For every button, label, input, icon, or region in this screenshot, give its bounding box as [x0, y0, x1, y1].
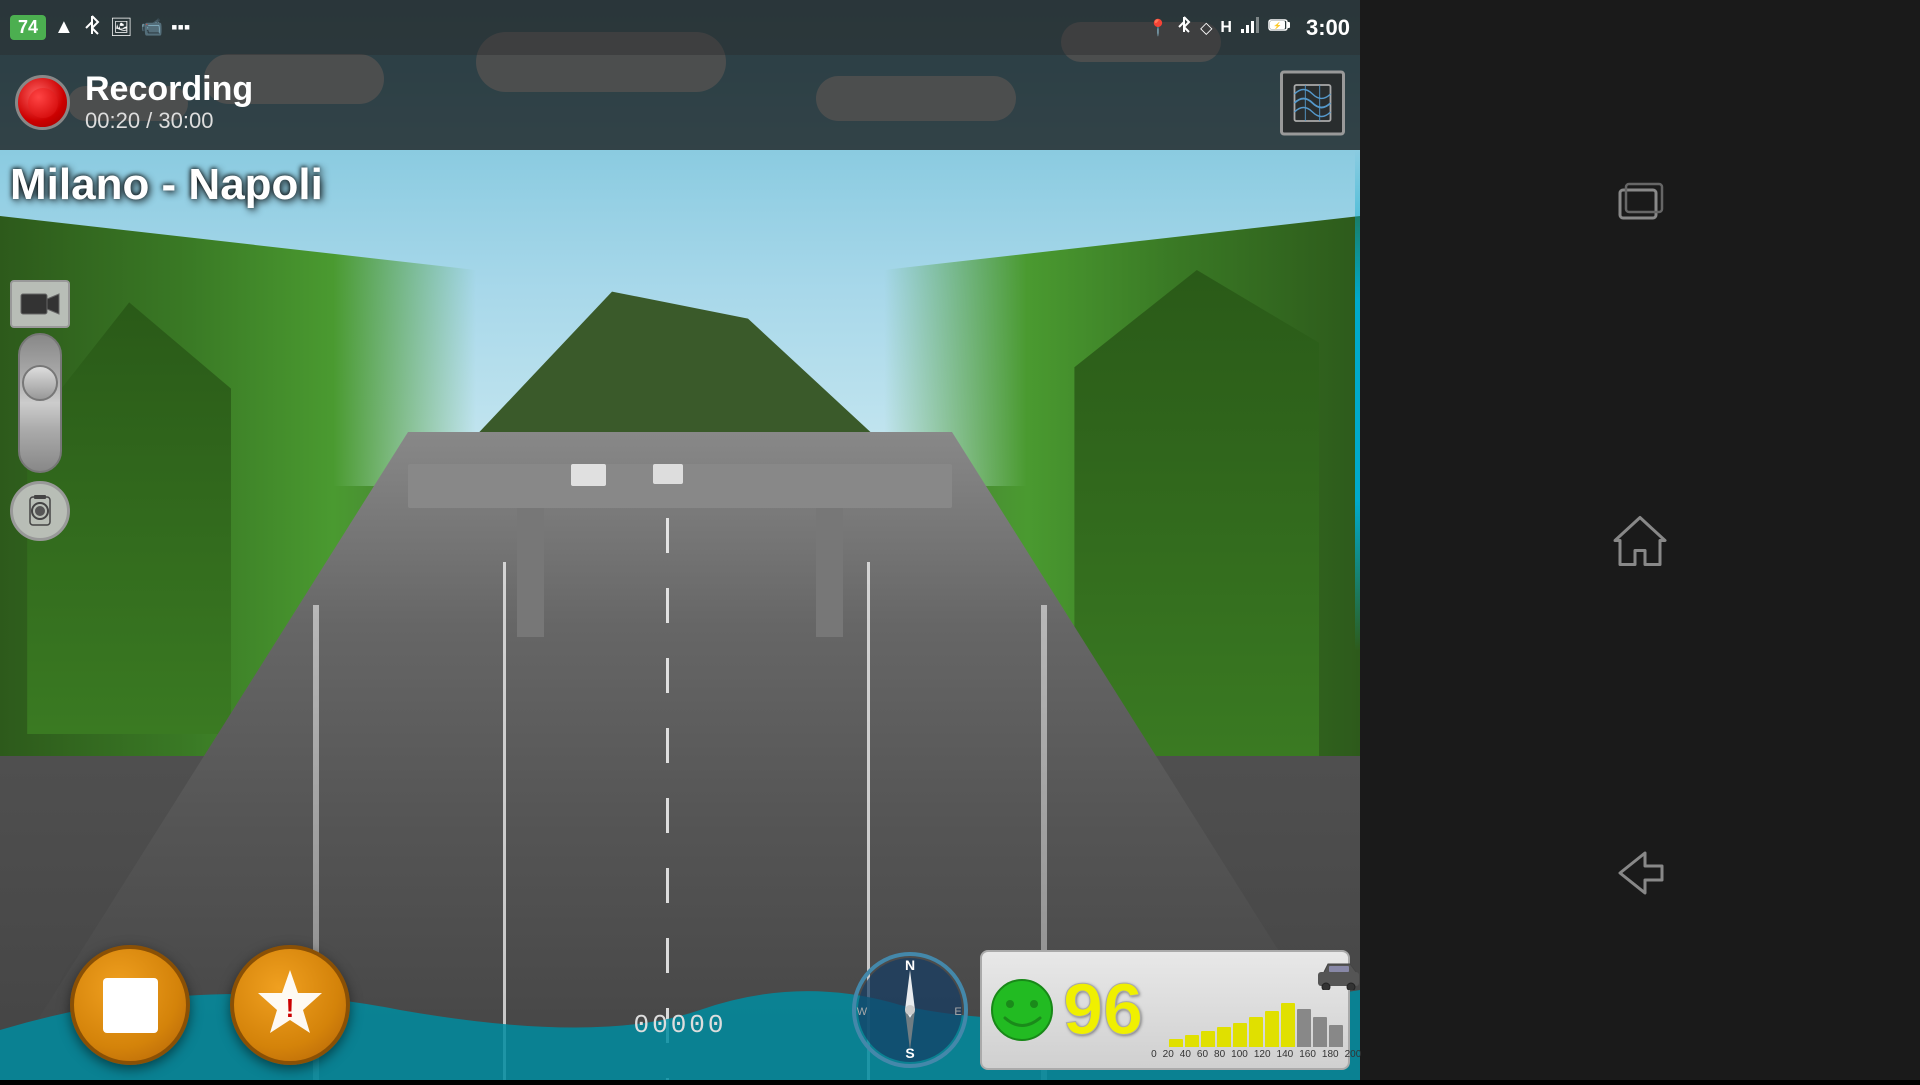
speed-value: 96: [1063, 974, 1143, 1046]
recording-info: Recording 00:20 / 30:00: [85, 71, 253, 134]
time-display: 3:00: [1306, 15, 1350, 41]
vertical-indicator-line: [1355, 150, 1360, 650]
zoom-thumb: [22, 365, 58, 401]
back-icon: [1610, 843, 1670, 903]
bridge-pillar: [517, 508, 544, 638]
status-bar: 74 ▲ 🖼 📹 ▪▪▪ 📍 ◇ H: [0, 0, 1360, 55]
emergency-button[interactable]: !: [230, 945, 350, 1065]
speed-bar-5: [1249, 1017, 1263, 1047]
speed-label-0: 0: [1151, 1049, 1157, 1060]
photo-button[interactable]: [10, 481, 70, 541]
camera-icon: [22, 493, 58, 529]
speed-bar-3: [1217, 1027, 1231, 1047]
battery-icon: ⚡: [1268, 18, 1292, 37]
left-controls: [10, 280, 70, 541]
speed-label-80: 80: [1214, 1049, 1225, 1060]
speed-bar-4: [1233, 1023, 1247, 1047]
home-icon: [1610, 510, 1670, 570]
signal-bars-icon: [1240, 17, 1260, 38]
zoom-slider[interactable]: [18, 333, 62, 473]
speed-bar-9: [1313, 1017, 1327, 1047]
stop-icon: [103, 978, 158, 1033]
svg-text:!: !: [286, 993, 295, 1023]
diamond-icon: ◇: [1200, 18, 1212, 38]
recents-button[interactable]: [1600, 167, 1680, 247]
speed-bar-10: [1329, 1025, 1343, 1047]
location-icon: 📍: [1148, 18, 1168, 38]
car-icon: [1316, 960, 1361, 990]
grid-icon: ▪▪▪: [171, 17, 190, 38]
speed-chart: 0 20 40 60 80 100 120 140 160 180 200: [1151, 997, 1361, 1060]
status-bar-left: 74 ▲ 🖼 📹 ▪▪▪: [10, 14, 190, 42]
speed-bars: [1169, 997, 1343, 1047]
stop-button[interactable]: [70, 945, 190, 1065]
bottom-toolbar: ! 00000 N S W E: [0, 950, 1360, 1080]
map-button[interactable]: [1280, 70, 1345, 135]
navigate-icon: ▲: [54, 16, 74, 39]
tree-detail: [1074, 270, 1319, 756]
svg-text:W: W: [857, 1006, 868, 1018]
truck: [653, 464, 683, 484]
speed-label-180: 180: [1322, 1049, 1339, 1060]
recording-title: Recording: [85, 71, 253, 108]
speed-right: 0 20 40 60 80 100 120 140 160 180 200: [1151, 960, 1361, 1060]
speed-label-160: 160: [1299, 1049, 1316, 1060]
speed-label-60: 60: [1197, 1049, 1208, 1060]
speed-bar-1: [1185, 1035, 1199, 1047]
h-signal-icon: H: [1220, 19, 1232, 37]
recents-icon: [1610, 177, 1670, 237]
speed-label-100: 100: [1231, 1049, 1248, 1060]
svg-text:⚡: ⚡: [1273, 21, 1282, 30]
speed-bar-2: [1201, 1031, 1215, 1047]
back-button[interactable]: [1600, 833, 1680, 913]
bluetooth-icon: [82, 14, 102, 42]
bluetooth-status-icon: [1176, 16, 1192, 39]
truck: [571, 464, 606, 486]
svg-text:E: E: [954, 1006, 961, 1018]
home-button[interactable]: [1600, 500, 1680, 580]
video-camera-icon: [20, 289, 60, 319]
speed-panel: 96: [980, 950, 1350, 1070]
speed-label-40: 40: [1180, 1049, 1191, 1060]
camera-switch-button[interactable]: [10, 280, 70, 328]
speed-label-200: 200: [1345, 1049, 1362, 1060]
speed-bar-6: [1265, 1011, 1279, 1047]
speed-label-20: 20: [1163, 1049, 1174, 1060]
odometer: 00000: [633, 1010, 726, 1040]
speed-bar-8: [1297, 1009, 1311, 1047]
status-bar-right: 📍 ◇ H: [1148, 15, 1350, 41]
recording-time: 00:20 / 30:00: [85, 108, 253, 134]
map-icon: [1290, 80, 1335, 125]
record-dot-inner: [28, 88, 58, 118]
signal-badge: 74: [10, 15, 46, 40]
speed-label-120: 120: [1254, 1049, 1271, 1060]
image-icon: 🖼: [110, 17, 133, 38]
record-indicator: [15, 75, 70, 130]
speed-bar-label-row: 0 20 40 60 80 100 120 140 160 180 200: [1151, 1049, 1361, 1060]
main-camera-area: 74 ▲ 🖼 📹 ▪▪▪ 📍 ◇ H: [0, 0, 1360, 1080]
speed-bar-7: [1281, 1003, 1295, 1047]
android-nav-panel: [1360, 0, 1920, 1080]
compass: N S W E: [850, 950, 970, 1070]
smiley-icon: [990, 978, 1055, 1043]
emergency-icon: !: [250, 965, 330, 1045]
bridge-pillar: [816, 508, 843, 638]
speed-label-140: 140: [1277, 1049, 1294, 1060]
video-icon: 📹: [141, 17, 163, 38]
route-label: Milano - Napoli: [10, 160, 323, 210]
recording-header: Recording 00:20 / 30:00: [0, 55, 1360, 150]
speed-bar-0: [1169, 1039, 1183, 1047]
